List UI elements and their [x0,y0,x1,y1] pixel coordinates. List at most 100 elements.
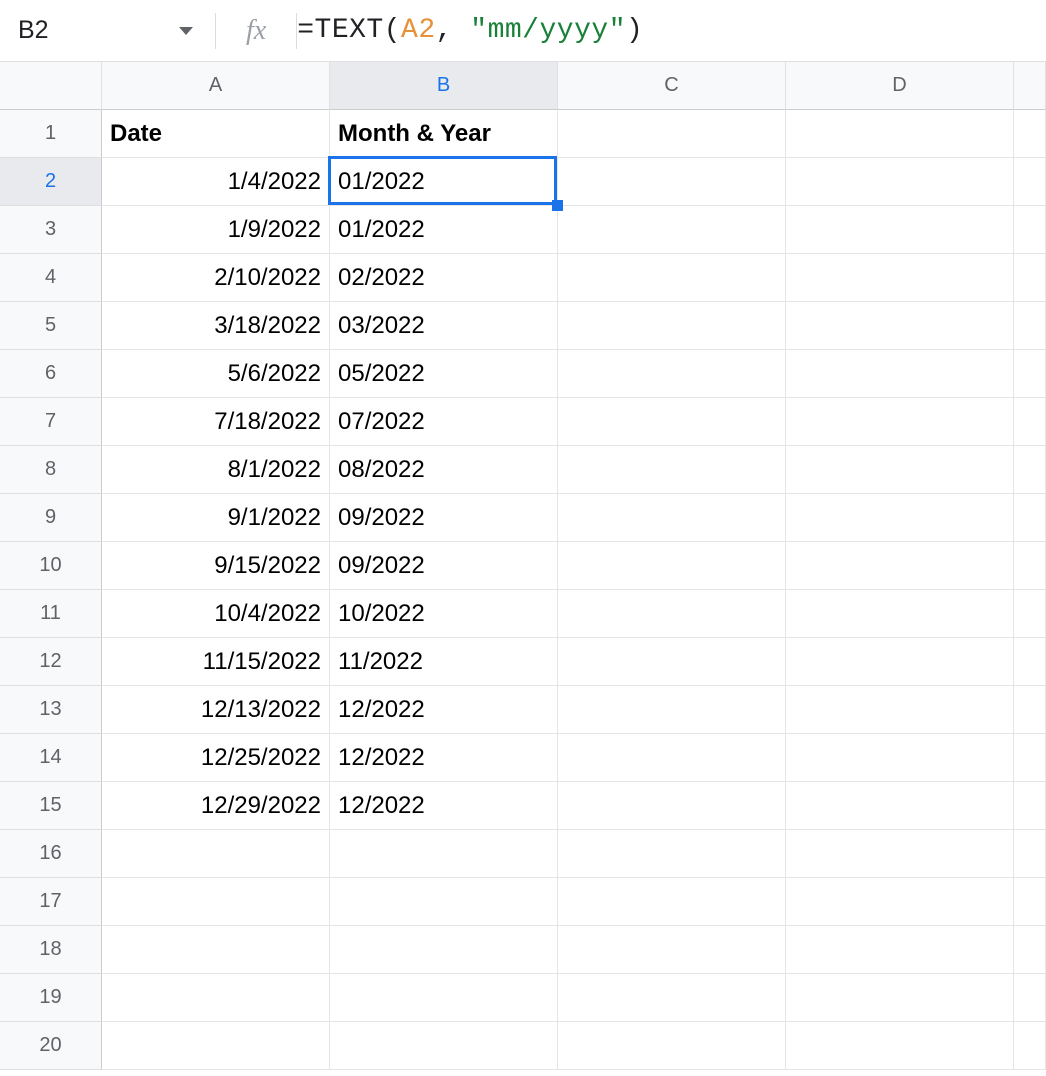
cell-B9[interactable]: 09/2022 [330,494,558,542]
cell-E13[interactable] [1014,686,1046,734]
cell-E11[interactable] [1014,590,1046,638]
cell-B19[interactable] [330,974,558,1022]
row-header-13[interactable]: 13 [0,686,102,734]
cell-E3[interactable] [1014,206,1046,254]
cell-D6[interactable] [786,350,1014,398]
cell-D20[interactable] [786,1022,1014,1070]
row-header-16[interactable]: 16 [0,830,102,878]
cell-A8[interactable]: 8/1/2022 [102,446,330,494]
cell-A1[interactable]: Date [102,110,330,158]
cell-A17[interactable] [102,878,330,926]
cell-D14[interactable] [786,734,1014,782]
row-header-1[interactable]: 1 [0,110,102,158]
cell-C18[interactable] [558,926,786,974]
cell-D3[interactable] [786,206,1014,254]
cell-D2[interactable] [786,158,1014,206]
row-header-8[interactable]: 8 [0,446,102,494]
cell-D15[interactable] [786,782,1014,830]
cell-A12[interactable]: 11/15/2022 [102,638,330,686]
cell-B16[interactable] [330,830,558,878]
cell-D17[interactable] [786,878,1014,926]
cell-E12[interactable] [1014,638,1046,686]
cell-A4[interactable]: 2/10/2022 [102,254,330,302]
cell-E19[interactable] [1014,974,1046,1022]
cell-C5[interactable] [558,302,786,350]
cell-A18[interactable] [102,926,330,974]
cell-C17[interactable] [558,878,786,926]
cell-B10[interactable]: 09/2022 [330,542,558,590]
row-header-15[interactable]: 15 [0,782,102,830]
cell-D18[interactable] [786,926,1014,974]
cell-A16[interactable] [102,830,330,878]
cell-B17[interactable] [330,878,558,926]
row-header-7[interactable]: 7 [0,398,102,446]
cell-E9[interactable] [1014,494,1046,542]
cell-A11[interactable]: 10/4/2022 [102,590,330,638]
cell-C15[interactable] [558,782,786,830]
cell-A7[interactable]: 7/18/2022 [102,398,330,446]
column-header-A[interactable]: A [102,62,330,110]
cell-C10[interactable] [558,542,786,590]
cell-C8[interactable] [558,446,786,494]
row-header-9[interactable]: 9 [0,494,102,542]
name-box[interactable]: B2 [0,0,215,61]
row-header-3[interactable]: 3 [0,206,102,254]
cell-B6[interactable]: 05/2022 [330,350,558,398]
cell-B4[interactable]: 02/2022 [330,254,558,302]
column-header-extra[interactable] [1014,62,1046,110]
cell-E20[interactable] [1014,1022,1046,1070]
cell-E4[interactable] [1014,254,1046,302]
row-header-2[interactable]: 2 [0,158,102,206]
cell-E16[interactable] [1014,830,1046,878]
cell-E10[interactable] [1014,542,1046,590]
cell-E17[interactable] [1014,878,1046,926]
row-header-10[interactable]: 10 [0,542,102,590]
cell-E14[interactable] [1014,734,1046,782]
cell-D10[interactable] [786,542,1014,590]
cell-A9[interactable]: 9/1/2022 [102,494,330,542]
cell-E15[interactable] [1014,782,1046,830]
cell-A15[interactable]: 12/29/2022 [102,782,330,830]
cell-C16[interactable] [558,830,786,878]
cell-A10[interactable]: 9/15/2022 [102,542,330,590]
cell-E6[interactable] [1014,350,1046,398]
cell-A20[interactable] [102,1022,330,1070]
row-header-5[interactable]: 5 [0,302,102,350]
cell-C11[interactable] [558,590,786,638]
cell-E7[interactable] [1014,398,1046,446]
cell-B11[interactable]: 10/2022 [330,590,558,638]
cell-D16[interactable] [786,830,1014,878]
row-header-19[interactable]: 19 [0,974,102,1022]
chevron-down-icon[interactable] [179,27,193,35]
column-header-C[interactable]: C [558,62,786,110]
cell-B12[interactable]: 11/2022 [330,638,558,686]
cell-C7[interactable] [558,398,786,446]
cell-C13[interactable] [558,686,786,734]
cell-B1[interactable]: Month & Year [330,110,558,158]
cell-B18[interactable] [330,926,558,974]
cell-A3[interactable]: 1/9/2022 [102,206,330,254]
cell-D19[interactable] [786,974,1014,1022]
cell-B7[interactable]: 07/2022 [330,398,558,446]
row-header-6[interactable]: 6 [0,350,102,398]
cell-D9[interactable] [786,494,1014,542]
cell-D4[interactable] [786,254,1014,302]
column-header-B[interactable]: B [330,62,558,110]
cell-E18[interactable] [1014,926,1046,974]
formula-input[interactable]: =TEXT(A2, "mm/yyyy") [297,15,1046,46]
cell-E1[interactable] [1014,110,1046,158]
cell-B3[interactable]: 01/2022 [330,206,558,254]
cell-E5[interactable] [1014,302,1046,350]
row-header-4[interactable]: 4 [0,254,102,302]
cell-C6[interactable] [558,350,786,398]
cell-A14[interactable]: 12/25/2022 [102,734,330,782]
cell-D11[interactable] [786,590,1014,638]
cell-E8[interactable] [1014,446,1046,494]
cell-C3[interactable] [558,206,786,254]
cell-B8[interactable]: 08/2022 [330,446,558,494]
cell-C20[interactable] [558,1022,786,1070]
cell-A6[interactable]: 5/6/2022 [102,350,330,398]
row-header-18[interactable]: 18 [0,926,102,974]
cell-C19[interactable] [558,974,786,1022]
cell-B5[interactable]: 03/2022 [330,302,558,350]
